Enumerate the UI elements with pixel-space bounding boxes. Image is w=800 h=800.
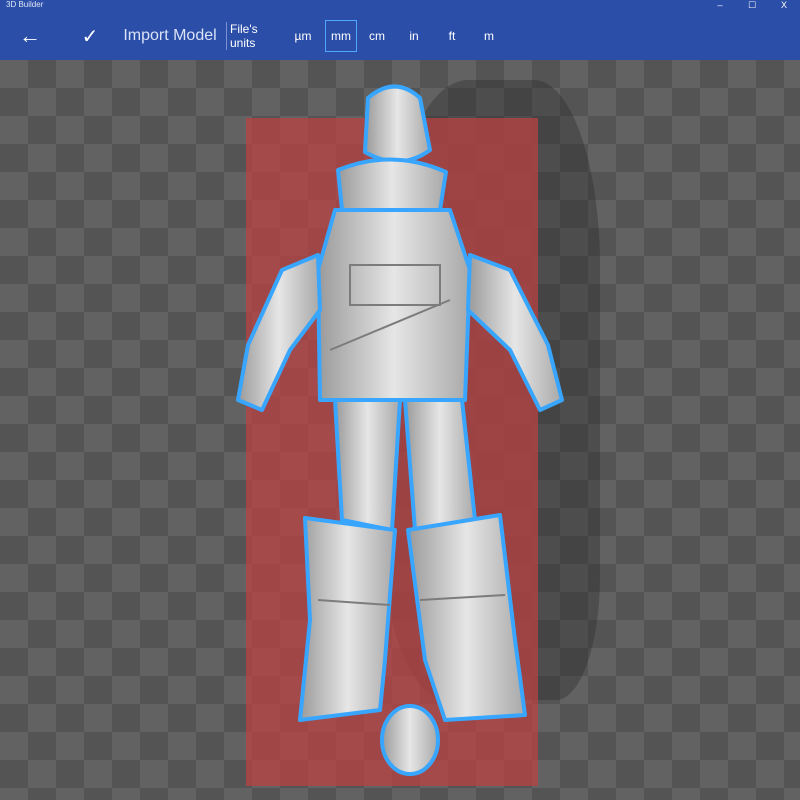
close-button[interactable]: X: [768, 0, 800, 12]
unit-in-button[interactable]: in: [398, 12, 430, 60]
character-mesh: [236, 84, 564, 776]
units-label: File's units: [230, 22, 258, 50]
confirm-button[interactable]: ✓: [72, 12, 108, 60]
3d-model[interactable]: [0, 60, 800, 800]
maximize-button[interactable]: ☐: [736, 0, 768, 12]
title-bar: 3D Builder – ☐ X: [0, 0, 800, 12]
unit-m-button[interactable]: m: [473, 12, 505, 60]
unit-mm-button[interactable]: mm: [325, 20, 357, 52]
import-toolbar: ← ✓ Import Model File's units µm mm cm i…: [0, 12, 800, 60]
app-title: 3D Builder: [6, 0, 44, 9]
import-model-button[interactable]: Import Model: [122, 12, 218, 60]
unit-cm-button[interactable]: cm: [361, 12, 393, 60]
checkmark-icon: ✓: [81, 25, 99, 48]
back-arrow-icon: ←: [19, 23, 41, 48]
unit-ft-button[interactable]: ft: [436, 12, 468, 60]
toolbar-divider: [226, 22, 227, 50]
3d-viewport[interactable]: [0, 60, 800, 800]
minimize-button[interactable]: –: [704, 0, 736, 12]
unit-um-button[interactable]: µm: [287, 12, 319, 60]
window-controls: – ☐ X: [704, 0, 800, 12]
back-button[interactable]: ←: [12, 12, 48, 60]
